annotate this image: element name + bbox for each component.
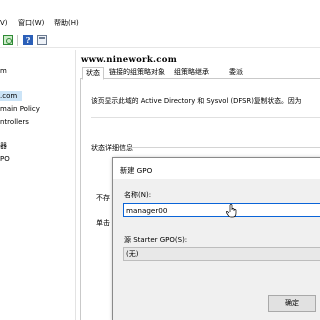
toolbar: ? (0, 32, 320, 48)
gpo-name-input[interactable] (123, 203, 320, 217)
menu-window[interactable]: 窗口(W) (18, 19, 44, 28)
menu-help[interactable]: 帮助(H) (54, 19, 79, 28)
domain-title: www.ninework.com (81, 55, 178, 65)
starter-gpo-label: 源 Starter GPO(S): (124, 236, 188, 244)
new-gpo-dialog: 新建 GPO 名称(N): 源 Starter GPO(S): (无) 确定 (112, 157, 320, 320)
hand-cursor-icon (226, 204, 237, 218)
tab-strip: 状态 链接的组策略对象 组策略继承 委派 (80, 67, 320, 80)
tab-gp-inheritance[interactable]: 组策略继承 (171, 67, 212, 79)
dialog-title: 新建 GPO (120, 166, 153, 175)
divider (91, 117, 320, 118)
tree-item[interactable]: 器 (0, 141, 7, 151)
ok-button[interactable]: 确定 (268, 295, 316, 312)
starter-gpo-select[interactable]: (无) (123, 247, 320, 261)
status-description: 该页显示此域的 Active Directory 和 Sysvol (DFSR)… (91, 97, 302, 105)
menu-view[interactable]: V) (0, 19, 8, 28)
tree-item-default-domain-policy[interactable]: main Policy (0, 104, 40, 114)
dialog-body: 名称(N): 源 Starter GPO(S): (无) 确定 (113, 179, 320, 320)
menu-bar: V) 窗口(W) 帮助(H) (0, 0, 320, 30)
tree-item-domain-controllers[interactable]: ntrollers (0, 117, 29, 127)
console-icon[interactable] (37, 35, 47, 45)
group-divider (127, 147, 320, 148)
tree-item-gpo[interactable]: PO (0, 154, 10, 164)
tree-item[interactable]: m (0, 66, 7, 76)
tab-delegation[interactable]: 委派 (226, 67, 246, 79)
toolbar-separator (17, 35, 18, 46)
help-icon[interactable]: ? (23, 35, 33, 45)
status-text: 不存 (96, 194, 110, 202)
refresh-icon[interactable] (3, 35, 13, 45)
click-hint-text: 单击 (96, 219, 110, 227)
name-label: 名称(N): (124, 191, 152, 199)
console-tree: m .com main Policy ntrollers 器 PO (0, 50, 76, 320)
tree-item-domain[interactable]: .com (0, 91, 22, 101)
tab-linked-gpos[interactable]: 链接的组策略对象 (106, 67, 168, 79)
status-details-label: 状态详细信息 (91, 144, 133, 152)
